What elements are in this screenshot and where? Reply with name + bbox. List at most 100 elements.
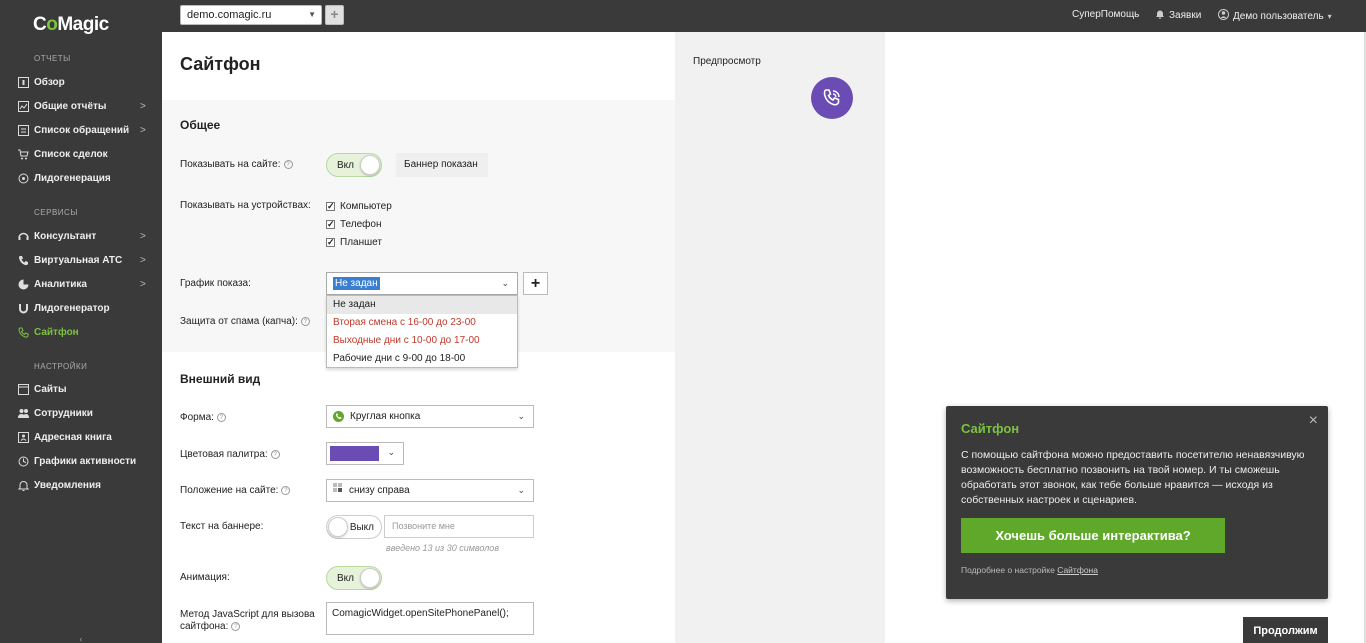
banner-text-toggle[interactable]: Выкл: [326, 515, 382, 539]
comagic-logo[interactable]: CoMagic: [33, 14, 109, 36]
sidebar-item-label: Аналитика: [34, 278, 87, 290]
chevron-right-icon: >: [140, 100, 146, 112]
help-icon[interactable]: ?: [270, 449, 280, 459]
add-schedule-button[interactable]: +: [523, 272, 548, 295]
banner-text-input[interactable]: Позвоните мне: [384, 515, 534, 538]
device-computer-checkbox[interactable]: ✓ Компьютер: [326, 201, 392, 212]
form-select[interactable]: Круглая кнопка ⌄: [326, 405, 534, 428]
collapse-sidebar-button[interactable]: ‹: [0, 635, 162, 643]
device-tablet-checkbox[interactable]: ✓ Планшет: [326, 237, 382, 248]
sidebar-item-deals[interactable]: Список сделок: [0, 143, 162, 165]
consultant-icon: [18, 231, 29, 242]
topbar: demo.comagic.ru ▼ + СуперПомощь Заявки Д…: [162, 0, 1366, 32]
sidebar-item-label: Список сделок: [34, 148, 108, 160]
general-section-title: Общее: [180, 118, 221, 132]
sidebar-item-analytics[interactable]: Аналитика >: [0, 273, 162, 295]
help-icon[interactable]: ?: [300, 316, 310, 326]
addressbook-icon: [18, 431, 29, 443]
checkbox-checked: ✓: [326, 237, 335, 247]
sidebar-item-sites[interactable]: Сайты: [0, 378, 162, 400]
info-popup: Сайтфон × С помощью сайтфона можно предо…: [946, 406, 1328, 599]
device-phone-checkbox[interactable]: ✓ Телефон: [326, 219, 381, 230]
schedule-option[interactable]: Вторая смена с 16-00 до 23-00: [327, 314, 517, 332]
sidebar-item-leadgenerator[interactable]: Лидогенератор: [0, 297, 162, 319]
form-label: Форма:?: [180, 412, 226, 423]
sidebar-item-label: Лидогенератор: [34, 302, 110, 314]
sidebar-item-leadgen[interactable]: Лидогенерация: [0, 167, 162, 189]
site-select-value: demo.comagic.ru: [187, 9, 272, 21]
sidebar-item-label: Графики активности: [34, 455, 137, 467]
toggle-knob: [328, 517, 348, 537]
sidebar-item-reports[interactable]: Общие отчёты >: [0, 95, 162, 117]
info-title: Сайтфон: [961, 421, 1020, 436]
superhelp-link[interactable]: СуперПомощь: [1072, 9, 1139, 20]
sidebar-item-label: Сотрудники: [34, 407, 93, 419]
schedule-option[interactable]: Выходные дни с 10-00 до 17-00: [327, 332, 517, 350]
devices-label: Показывать на устройствах:: [180, 200, 311, 211]
add-site-button[interactable]: +: [325, 5, 344, 25]
banner-text-label: Текст на баннере:: [180, 521, 264, 532]
preview-title: Предпросмотр: [693, 56, 761, 67]
show-on-site-toggle[interactable]: Вкл: [326, 153, 382, 177]
color-palette-select[interactable]: ⌄: [326, 442, 404, 465]
toggle-knob: [360, 155, 380, 175]
sitephone-widget-button[interactable]: [811, 77, 853, 119]
requests-link[interactable]: Заявки: [1155, 9, 1201, 22]
sidebar-item-label: Лидогенерация: [34, 172, 111, 184]
animation-toggle[interactable]: Вкл: [326, 566, 382, 590]
list-icon: [18, 124, 29, 136]
employees-icon: [18, 408, 29, 419]
bell-icon: [1155, 9, 1165, 22]
more-interactive-button[interactable]: Хочешь больше интерактива?: [961, 518, 1225, 553]
help-icon[interactable]: ?: [283, 159, 293, 169]
sitephone-docs-link[interactable]: Сайтфона: [1057, 565, 1098, 575]
section-title-settings: НАСТРОЙКИ: [34, 362, 88, 371]
js-method-label: Метод JavaScript для вызова сайтфона:?: [180, 609, 315, 632]
page-title: Сайтфон: [180, 54, 261, 74]
help-icon[interactable]: ?: [281, 485, 291, 495]
palette-label: Цветовая палитра:?: [180, 449, 280, 460]
round-button-icon: [333, 411, 344, 422]
chevron-right-icon: >: [140, 278, 146, 290]
magnet-icon: [18, 303, 29, 314]
sidebar-item-virtual-pbx[interactable]: Виртуальная АТС >: [0, 249, 162, 271]
info-text: С помощью сайтфона можно предоставить по…: [961, 449, 1305, 506]
chevron-right-icon: >: [140, 254, 146, 266]
schedule-dropdown: Не задан Вторая смена с 16-00 до 23-00 В…: [326, 295, 518, 368]
chevron-down-icon: ⌄: [387, 447, 395, 457]
continue-button[interactable]: Продолжим: [1243, 617, 1328, 643]
close-icon[interactable]: ×: [1309, 412, 1318, 430]
sidebar-item-label: Сайтфон: [34, 326, 79, 338]
sidebar-item-label: Консультант: [34, 230, 97, 242]
sidebar-item-consultant[interactable]: Консультант >: [0, 225, 162, 247]
sidebar-item-overview[interactable]: Обзор: [0, 71, 162, 93]
sites-icon: [18, 383, 29, 395]
user-menu[interactable]: Демо пользователь ▾: [1218, 9, 1332, 23]
reports-icon: [18, 100, 29, 112]
activity-icon: [18, 456, 29, 467]
checkbox-checked: ✓: [326, 219, 335, 229]
help-icon[interactable]: ?: [216, 412, 226, 422]
js-method-input[interactable]: ComagicWidget.openSitePhonePanel();: [326, 602, 534, 635]
schedule-option[interactable]: Рабочие дни с 9-00 до 18-00: [327, 350, 517, 368]
settings-panel: Сайтфон Общее Показывать на сайте:? Вкл …: [162, 32, 675, 643]
sidebar-item-addressbook[interactable]: Адресная книга: [0, 426, 162, 448]
chevron-right-icon: >: [140, 124, 146, 136]
position-label: Положение на сайте:?: [180, 485, 291, 496]
preview-panel: Предпросмотр: [675, 32, 885, 643]
position-select[interactable]: снизу справа ⌄: [326, 479, 534, 502]
sidebar: CoMagic ОТЧЕТЫ Обзор Общие отчёты > Спис…: [0, 0, 162, 643]
chevron-down-icon: ⌄: [501, 278, 509, 288]
chevron-down-icon: ⌄: [517, 411, 525, 421]
sidebar-item-employees[interactable]: Сотрудники: [0, 402, 162, 424]
help-icon[interactable]: ?: [231, 621, 241, 631]
sidebar-item-sitephone[interactable]: Сайтфон: [0, 321, 162, 343]
schedule-select[interactable]: Не задан ⌄: [326, 272, 518, 295]
banner-text-counter: введено 13 из 30 символов: [386, 543, 500, 553]
schedule-option[interactable]: Не задан: [327, 296, 517, 314]
leadgen-icon: [18, 173, 29, 184]
sidebar-item-activity[interactable]: Графики активности: [0, 450, 162, 472]
sidebar-item-requests-list[interactable]: Список обращений >: [0, 119, 162, 141]
sidebar-item-notifications[interactable]: Уведомления: [0, 474, 162, 496]
site-select[interactable]: demo.comagic.ru ▼: [180, 5, 322, 25]
